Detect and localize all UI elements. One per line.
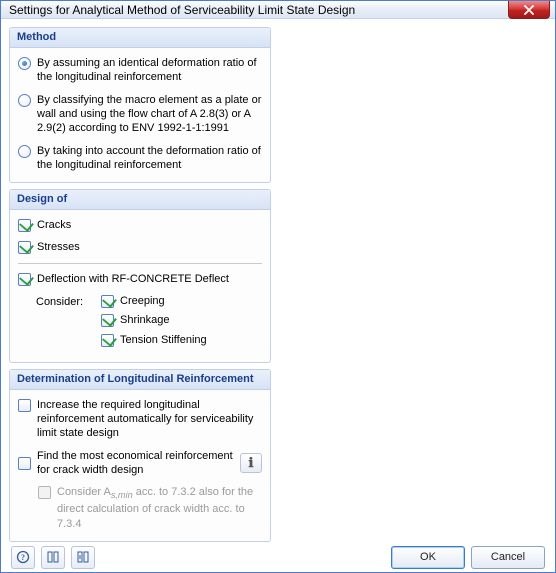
group-method-header: Method	[10, 28, 270, 48]
check-economical-reinforcement[interactable]: Find the most economical reinforcement f…	[18, 449, 262, 478]
close-button[interactable]	[508, 1, 550, 19]
consider-label: Consider:	[36, 294, 101, 352]
checkbox-icon	[101, 295, 114, 308]
check-creeping[interactable]: Creeping	[101, 294, 207, 308]
radio-icon	[18, 94, 31, 107]
check-stresses-label: Stresses	[37, 240, 80, 254]
checkbox-icon	[101, 314, 114, 327]
settings-button-1[interactable]	[41, 546, 65, 569]
method-option-2-label: By classifying the macro element as a pl…	[37, 93, 262, 136]
check-shrinkage[interactable]: Shrinkage	[101, 313, 207, 327]
check-cracks-label: Cracks	[37, 218, 71, 232]
close-icon	[524, 5, 534, 15]
check-tension-label: Tension Stiffening	[120, 333, 207, 347]
checkbox-icon	[18, 399, 31, 412]
group-reinforcement-header: Determination of Longitudinal Reinforcem…	[10, 370, 270, 390]
checkbox-icon	[18, 241, 31, 254]
info-button[interactable]: ℹ	[240, 453, 262, 473]
checkbox-icon	[101, 334, 114, 347]
check-stresses[interactable]: Stresses	[18, 240, 262, 254]
checkbox-icon	[18, 219, 31, 232]
radio-icon	[18, 145, 31, 158]
group-design-header: Design of	[10, 190, 270, 210]
check-increase-label: Increase the required longitudinal reinf…	[37, 398, 262, 441]
ok-button-label: OK	[420, 551, 436, 563]
ok-button[interactable]: OK	[391, 546, 465, 569]
cancel-button[interactable]: Cancel	[471, 546, 545, 569]
check-shrinkage-label: Shrinkage	[120, 313, 170, 327]
checkbox-icon	[18, 273, 31, 286]
settings-button-2[interactable]	[71, 546, 95, 569]
columns-icon	[76, 550, 90, 564]
cancel-button-label: Cancel	[491, 551, 525, 563]
group-method: Method By assuming an identical deformat…	[9, 27, 271, 183]
group-reinforcement: Determination of Longitudinal Reinforcem…	[9, 369, 271, 542]
content-area: Method By assuming an identical deformat…	[1, 19, 555, 542]
method-option-1[interactable]: By assuming an identical deformation rat…	[18, 56, 262, 85]
check-cracks[interactable]: Cracks	[18, 218, 262, 232]
help-icon: ?	[16, 550, 30, 564]
help-button[interactable]: ?	[11, 546, 35, 569]
titlebar: Settings for Analytical Method of Servic…	[1, 1, 555, 19]
left-column: Method By assuming an identical deformat…	[9, 27, 271, 542]
right-column	[279, 27, 547, 542]
check-economical-label: Find the most economical reinforcement f…	[37, 449, 234, 478]
group-design: Design of Cracks Stresses Deflection wit…	[9, 189, 271, 363]
columns-icon	[46, 550, 60, 564]
check-increase-reinforcement[interactable]: Increase the required longitudinal reinf…	[18, 398, 262, 441]
check-tension-stiffening[interactable]: Tension Stiffening	[101, 333, 207, 347]
method-option-3-label: By taking into account the deformation r…	[37, 144, 262, 173]
separator	[18, 263, 262, 264]
info-icon: ℹ	[249, 455, 254, 472]
check-deflection-label: Deflection with RF-CONCRETE Deflect	[37, 272, 229, 286]
check-creeping-label: Creeping	[120, 294, 165, 308]
method-option-1-label: By assuming an identical deformation rat…	[37, 56, 262, 85]
checkbox-icon	[38, 486, 51, 499]
method-option-2[interactable]: By classifying the macro element as a pl…	[18, 93, 262, 136]
radio-icon	[18, 57, 31, 70]
svg-text:?: ?	[21, 553, 25, 562]
check-deflection[interactable]: Deflection with RF-CONCRETE Deflect	[18, 272, 262, 286]
method-option-3[interactable]: By taking into account the deformation r…	[18, 144, 262, 173]
window-title: Settings for Analytical Method of Servic…	[9, 3, 355, 17]
checkbox-icon	[18, 457, 31, 470]
check-consider-asmin: Consider As,min acc. to 7.3.2 also for t…	[18, 485, 262, 531]
check-asmin-label: Consider As,min acc. to 7.3.2 also for t…	[57, 485, 262, 531]
button-bar: ? OK Cancel	[1, 542, 555, 572]
